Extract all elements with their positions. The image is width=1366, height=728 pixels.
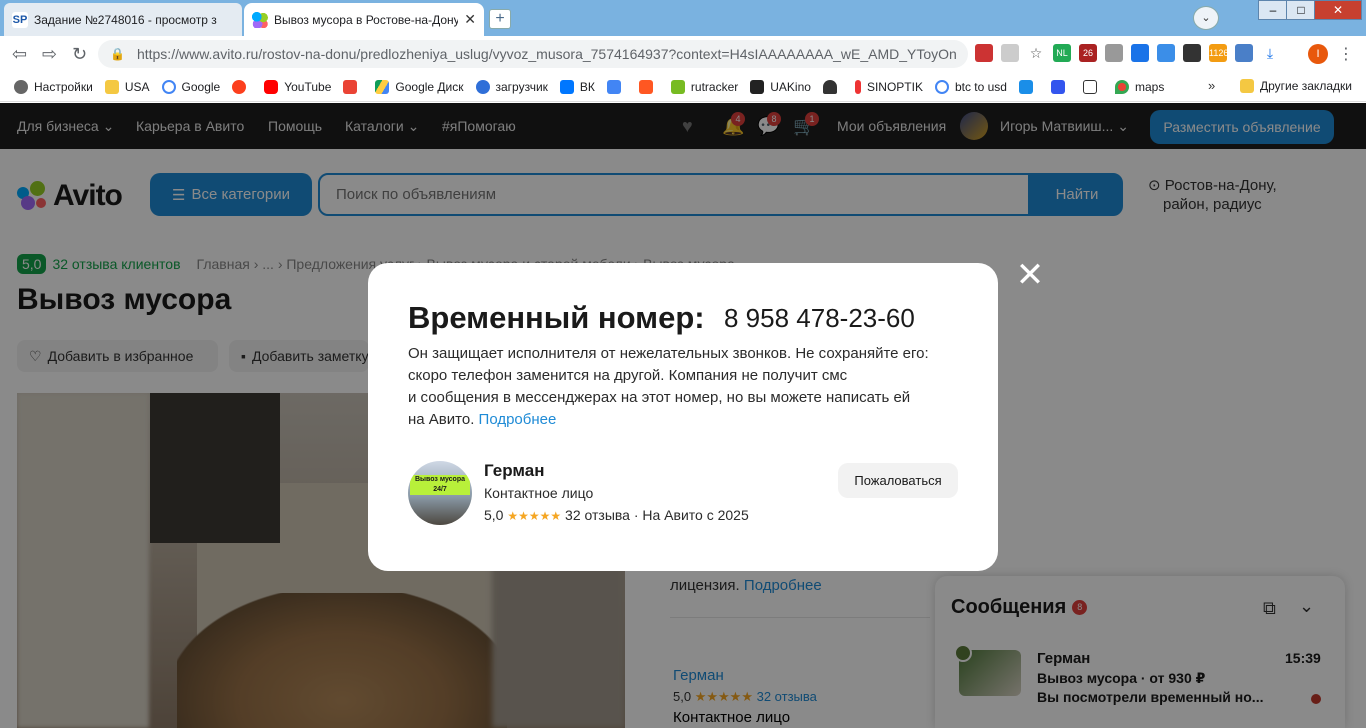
bookmark-downloader[interactable]: загрузчик [475, 79, 548, 94]
google-icon [161, 79, 176, 94]
browser-tab-avito[interactable]: Вывоз мусора в Ростове-на-Дону ✕ [244, 3, 484, 36]
bookmark-btc-to-usd[interactable]: btc to usd [934, 79, 1007, 94]
bookmark-p[interactable] [1018, 79, 1039, 94]
back-arrow-icon[interactable]: ⇦ [12, 44, 27, 65]
bookmarks-overflow-icon[interactable]: » [1208, 78, 1215, 93]
contact-role: Контактное лицо [484, 485, 594, 501]
arrow-icon [1050, 79, 1065, 94]
bookmark-google-drive[interactable]: Google Диск [375, 79, 464, 94]
coin-extension-icon[interactable]: 1126 [1209, 44, 1228, 62]
bookmark-settings[interactable]: Настройки [14, 79, 93, 94]
modal-close-icon[interactable]: ✕ [1013, 258, 1047, 292]
youtube-icon [264, 79, 279, 94]
window-close-button[interactable]: ✕ [1314, 0, 1362, 20]
f-icon [638, 79, 653, 94]
infinity-icon [475, 79, 490, 94]
bookmark-bc[interactable] [1082, 79, 1103, 94]
bookmark-f[interactable] [638, 79, 659, 94]
folder-icon [104, 79, 119, 94]
translate-icon [606, 79, 621, 94]
bookmark-star-icon[interactable]: ☆ [1027, 44, 1045, 62]
counter-extension-icon[interactable]: 26 [1079, 44, 1097, 62]
modal-title: Временный номер: [408, 300, 705, 335]
bookmark-maps[interactable]: maps [1114, 79, 1164, 94]
bookmark-chess[interactable] [822, 79, 843, 94]
forward-arrow-icon[interactable]: ⇨ [42, 44, 57, 65]
tab-title: Задание №2748016 - просмотр з [34, 12, 217, 27]
puzzle-extensions-icon[interactable] [1235, 44, 1253, 62]
gear-icon [14, 79, 28, 94]
tab-title: Вывоз мусора в Ростове-на-Дону [274, 12, 459, 27]
bookmark-vk[interactable]: ВК [559, 79, 595, 94]
contact-reviews-link[interactable]: 32 отзыва [565, 507, 630, 523]
browser-menu-icon[interactable]: ⋮ [1338, 44, 1354, 64]
p-icon [1018, 79, 1033, 94]
bookmark-sinoptik[interactable]: SINOPTIK [854, 79, 923, 94]
new-tab-button[interactable]: + [489, 9, 511, 29]
bookmark-usa[interactable]: USA [104, 79, 150, 94]
window-maximize-button[interactable]: □ [1286, 0, 1316, 20]
bookmark-uakino[interactable]: UAKino [750, 79, 811, 94]
bookmarks-bar: Настройки USA Google YouTube Google Диск… [0, 72, 1366, 102]
briefcase-extension-icon[interactable] [1105, 44, 1123, 62]
temp-phone-number[interactable]: 8 958 478-23-60 [724, 303, 915, 334]
address-bar[interactable]: 🔒 https://www.avito.ru/rostov-na-donu/pr… [98, 40, 968, 68]
tab-search-icon[interactable]: ⌄ [1193, 6, 1219, 30]
profile-avatar[interactable]: I [1308, 44, 1328, 64]
contact-rating: 5,0 ★★★★★ 32 отзыва · На Авито с 2025 [484, 507, 749, 523]
browser-tab-task[interactable]: SP Задание №2748016 - просмотр з [4, 3, 242, 36]
share-icon[interactable] [1001, 44, 1019, 62]
lock-icon: 🔒 [110, 47, 125, 61]
bookmark-rutracker[interactable]: rutracker [670, 79, 738, 94]
bookmark-translate[interactable] [606, 79, 627, 94]
download-extension-icon[interactable] [1157, 44, 1175, 62]
rutracker-icon [670, 79, 685, 94]
downloads-icon[interactable]: ⤓ [1261, 44, 1279, 62]
window-minimize-button[interactable]: – [1258, 0, 1288, 20]
avito-favicon-icon [252, 11, 268, 28]
yandex-icon [232, 79, 247, 94]
gmail-icon [343, 79, 358, 94]
browser-toolbar: ⇦ ⇨ ↻ 🔒 https://www.avito.ru/rostov-na-d… [0, 36, 1366, 72]
bookmark-yandex[interactable] [232, 79, 252, 94]
tab-close-icon[interactable]: ✕ [464, 11, 476, 28]
other-bookmarks[interactable]: Другие закладки [1240, 79, 1352, 93]
bc-icon [1082, 79, 1097, 94]
avatar-logo-text: Вывоз мусора 24/7 [410, 475, 470, 495]
stars-icon: ★★★★★ [507, 509, 562, 523]
contact-name[interactable]: Герман [484, 461, 544, 481]
google-icon [934, 79, 949, 94]
modal-description: Он защищает исполнителя от нежелательных… [408, 345, 929, 428]
report-button[interactable]: Пожаловаться [838, 463, 958, 498]
v-extension-icon[interactable] [1131, 44, 1149, 62]
background-tabs [518, 3, 1178, 36]
google-drive-icon [375, 79, 390, 94]
uakino-icon [750, 79, 765, 94]
nl-extension-icon[interactable]: NL [1053, 44, 1071, 62]
folder-icon [1240, 79, 1254, 93]
bookmark-arrow[interactable] [1050, 79, 1071, 94]
bookmark-gmail[interactable] [343, 79, 363, 94]
browser-tab-strip: SP Задание №2748016 - просмотр з Вывоз м… [0, 0, 1366, 36]
sp-favicon-icon: SP [12, 11, 28, 28]
chess-icon [822, 79, 837, 94]
bookmark-google[interactable]: Google [161, 79, 220, 94]
modal-more-link[interactable]: Подробнее [479, 411, 557, 428]
terminal-extension-icon[interactable] [1183, 44, 1201, 62]
vk-icon [559, 79, 574, 94]
reload-icon[interactable]: ↻ [72, 44, 87, 65]
temp-number-modal: Временный номер: 8 958 478-23-60 Он защи… [368, 263, 998, 571]
url-text: https://www.avito.ru/rostov-na-donu/pred… [136, 46, 957, 62]
extensions-row: ☆ NL 26 1126 ⤓ [975, 44, 1279, 62]
contact-avatar[interactable]: Вывоз мусора 24/7 [408, 461, 472, 525]
block-extension-icon[interactable] [975, 44, 993, 62]
thermometer-icon [854, 79, 861, 94]
bookmark-youtube[interactable]: YouTube [264, 79, 331, 94]
map-pin-icon [1114, 79, 1129, 94]
